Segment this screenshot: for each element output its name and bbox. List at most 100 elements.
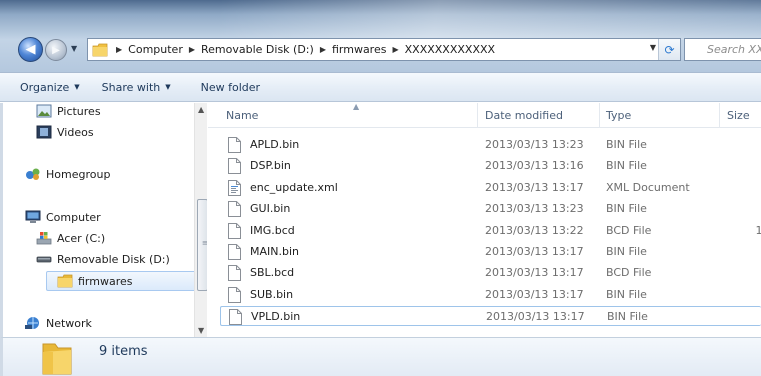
table-row[interactable]: APLD.bin 2013/03/13 13:23 BIN File [220, 135, 761, 155]
breadcrumb-separator-icon[interactable]: ▶ [189, 45, 195, 54]
breadcrumb-separator-icon[interactable]: ▶ [320, 45, 326, 54]
nav-item-label: firmwares [78, 274, 133, 288]
nav-item-label: Videos [57, 125, 94, 139]
file-date-modified: 2013/03/13 13:23 [485, 202, 584, 216]
table-row[interactable]: GUI.bin 2013/03/13 13:23 BIN File 4,0 [220, 199, 761, 219]
table-row[interactable]: IMG.bcd 2013/03/13 13:22 BCD File 19,3 [220, 221, 761, 241]
videos-icon [36, 125, 52, 139]
table-row[interactable]: VPLD.bin 2013/03/13 13:17 BIN File 1,6 [220, 306, 761, 327]
file-icon [228, 222, 241, 239]
back-button[interactable]: ◀ [18, 37, 43, 62]
breadcrumb-separator-icon[interactable]: ▶ [116, 45, 122, 54]
forward-arrow-icon: ▶ [52, 44, 60, 56]
nav-pane-scrollbar[interactable]: ▲ ≡ ▼ [194, 103, 207, 337]
folder-icon [57, 274, 73, 288]
nav-item-pictures[interactable]: Pictures [36, 104, 101, 118]
file-list: ▲ Name Date modified Type Size APLD.bin 2… [208, 103, 761, 337]
column-header-type[interactable]: Type [606, 109, 631, 122]
file-name: SUB.bin [250, 287, 294, 301]
sort-ascending-icon: ▲ [353, 103, 360, 111]
file-name: VPLD.bin [251, 310, 301, 324]
refresh-button[interactable]: ⟳ [658, 39, 680, 60]
chevron-down-icon: ▼ [74, 83, 80, 91]
table-row[interactable]: enc_update.xml 2013/03/13 13:17 XML Docume… [220, 178, 761, 198]
address-bar[interactable]: ▶ Computer ▶ Removable Disk (D:) ▶ firmw… [87, 38, 681, 61]
column-divider[interactable] [477, 103, 478, 128]
nav-item-removable-disk[interactable]: Removable Disk (D:) [36, 252, 170, 266]
column-divider[interactable] [599, 103, 600, 128]
file-name: MAIN.bin [250, 245, 299, 258]
file-type: BIN File [606, 202, 647, 216]
file-date-modified: 2013/03/13 13:17 [485, 245, 584, 258]
nav-item-label: Network [46, 316, 92, 330]
computer-icon [25, 210, 41, 223]
breadcrumb-current-folder[interactable]: XXXXXXXXXXXX [405, 43, 495, 56]
table-row[interactable]: MAIN.bin 2013/03/13 13:17 BIN File 2,0 [220, 242, 761, 262]
folder-icon [92, 43, 108, 56]
file-name: enc_update.xml [250, 180, 338, 194]
nav-item-acer-drive[interactable]: Acer (C:) [36, 231, 105, 245]
new-folder-label: New folder [200, 80, 261, 94]
file-size: 1,6 [720, 266, 761, 279]
breadcrumb-computer[interactable]: Computer [128, 43, 183, 56]
table-row[interactable]: SBL.bcd 2013/03/13 13:17 BCD File 1,6 [220, 263, 761, 283]
windows-drive-icon [36, 232, 52, 245]
file-name: SBL.bcd [250, 266, 295, 280]
search-input[interactable]: Search XXXX [684, 38, 761, 61]
window-title-bar: ◀ ▶ ▼ ▶ Computer ▶ Removable Disk (D:) ▶… [0, 0, 761, 72]
scrollbar-thumb[interactable]: ≡ [197, 199, 207, 291]
file-name: GUI.bin [250, 202, 291, 216]
nav-item-videos[interactable]: Videos [36, 125, 94, 139]
file-name: DSP.bin [250, 159, 291, 173]
file-size: 1,6 [720, 288, 761, 301]
share-with-button[interactable]: Share with ▼ [102, 81, 171, 94]
column-header-size[interactable]: Size [727, 109, 750, 122]
new-folder-button[interactable]: New folder [201, 81, 260, 94]
file-size: 4,0 [720, 202, 761, 215]
forward-button[interactable]: ▶ [45, 39, 67, 61]
file-type: BCD File [606, 266, 652, 280]
navigation-pane: Pictures Videos Homegroup Computer Acer … [0, 103, 207, 337]
file-date-modified: 2013/03/13 13:22 [485, 223, 584, 237]
back-arrow-icon: ◀ [25, 42, 36, 57]
file-type: BIN File [606, 245, 647, 258]
nav-item-homegroup[interactable]: Homegroup [25, 167, 110, 181]
recent-pages-dropdown[interactable]: ▼ [71, 44, 77, 53]
address-history-dropdown[interactable]: ▼ [650, 43, 656, 52]
network-icon [25, 317, 39, 329]
details-pane: 9 items [0, 337, 761, 376]
file-size: 1,6 [720, 159, 761, 172]
file-icon [228, 201, 241, 218]
column-header-date[interactable]: Date modified [485, 109, 563, 122]
nav-item-computer[interactable]: Computer [25, 210, 101, 224]
share-with-label: Share with [101, 80, 161, 94]
file-date-modified: 2013/03/13 13:17 [486, 310, 585, 324]
breadcrumb-separator-icon[interactable]: ▶ [392, 45, 398, 54]
file-icon [228, 265, 241, 282]
file-icon [228, 137, 241, 153]
organize-button[interactable]: Organize ▼ [20, 81, 80, 94]
file-date-modified: 2013/03/13 13:17 [485, 287, 584, 301]
scroll-up-icon[interactable]: ▲ [198, 105, 204, 114]
breadcrumb-removable-disk[interactable]: Removable Disk (D:) [201, 43, 314, 56]
file-type: BIN File [606, 159, 647, 173]
removable-disk-icon [36, 256, 52, 263]
nav-item-label: Removable Disk (D:) [57, 252, 170, 266]
column-header-name[interactable]: Name [226, 109, 258, 122]
pictures-icon [36, 104, 52, 118]
table-row[interactable]: SUB.bin 2013/03/13 13:17 BIN File 1,6 [220, 285, 761, 305]
nav-item-firmwares[interactable]: firmwares [57, 274, 133, 288]
file-name: IMG.bcd [250, 223, 295, 237]
nav-item-network[interactable]: Network [25, 316, 92, 330]
column-divider[interactable] [719, 103, 720, 128]
command-bar: Organize ▼ Share with ▼ New folder [0, 72, 761, 102]
breadcrumb-firmwares[interactable]: firmwares [332, 43, 387, 56]
file-date-modified: 2013/03/13 13:16 [485, 159, 584, 173]
nav-item-label: Homegroup [46, 167, 111, 181]
table-row[interactable]: DSP.bin 2013/03/13 13:16 BIN File 1,6 [220, 156, 761, 176]
scroll-down-icon[interactable]: ▼ [198, 326, 204, 335]
file-type: BIN File [606, 138, 647, 151]
nav-item-label: Acer (C:) [57, 231, 106, 245]
xml-file-icon [228, 179, 241, 196]
file-size: 1,6 [721, 310, 761, 323]
